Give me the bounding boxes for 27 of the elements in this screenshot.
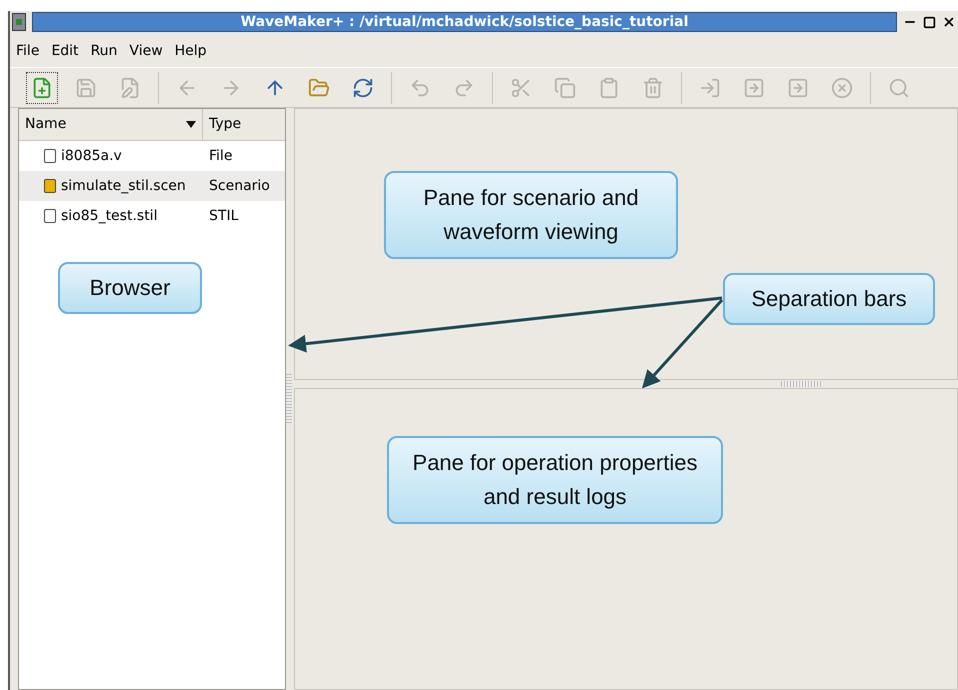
menu-item[interactable]: Edit — [47, 40, 83, 62]
callout-label: Pane for operation properties and result logs — [387, 436, 723, 524]
sort-arrow-icon — [186, 121, 196, 128]
file-type: Scenario — [208, 176, 270, 196]
maximize-icon[interactable] — [923, 16, 936, 28]
new-file-icon[interactable] — [26, 72, 58, 104]
file-type: STIL — [208, 206, 238, 226]
file-name: sio85_test.stil — [61, 206, 158, 226]
menu-item[interactable]: Run — [86, 40, 122, 62]
browser-row[interactable]: sio85_test.stil STIL — [19, 201, 285, 231]
callout-label: Separation bars — [723, 273, 935, 325]
column-header[interactable]: Type — [203, 109, 285, 140]
menu-item[interactable]: File — [12, 40, 44, 62]
callout-label: Browser — [58, 262, 202, 314]
close-icon[interactable] — [942, 15, 956, 29]
menu-item[interactable]: View — [125, 40, 167, 62]
browser-row[interactable]: i8085a.v File — [19, 141, 285, 171]
menu-item[interactable]: Help — [170, 40, 211, 62]
file-name: simulate_stil.scen — [61, 176, 186, 196]
file-type: File — [208, 146, 232, 166]
file-name: i8085a.v — [61, 146, 122, 166]
window-title: WaveMaker+ : /virtual/mchadwick/solstice_basic_tutorial — [32, 12, 898, 32]
column-label: Name — [25, 115, 66, 134]
window-icon[interactable] — [12, 13, 26, 31]
column-header[interactable]: Name — [19, 109, 203, 140]
callout-label: Pane for scenario and waveform viewing — [384, 171, 678, 259]
browser-row[interactable]: simulate_stil.scen Scenario — [19, 171, 285, 201]
